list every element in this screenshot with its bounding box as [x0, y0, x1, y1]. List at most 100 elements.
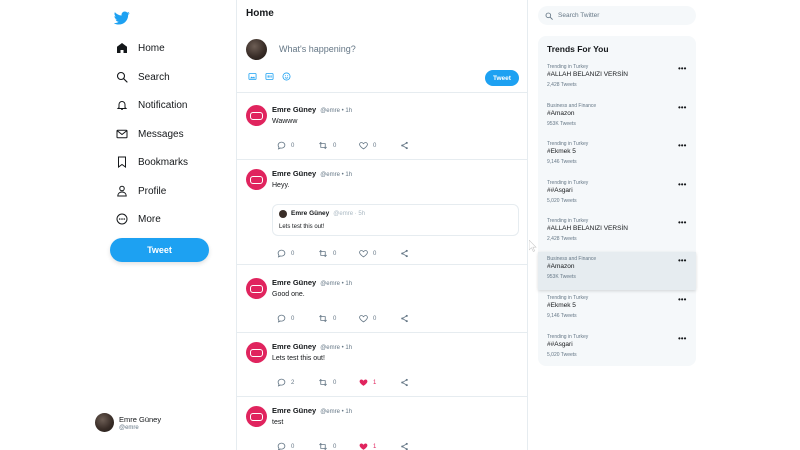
trend-count: 5,020 Tweets [547, 198, 577, 204]
tweet[interactable]: Emre Güney @emre • 1h Wawww 0 0 0 [237, 97, 527, 160]
emoji-icon[interactable] [282, 72, 291, 81]
retweet-button[interactable]: 0 [318, 438, 359, 450]
trend-item[interactable]: Trending in Turkey ##Asgari 5,020 Tweets… [538, 334, 696, 372]
account-handle: @emre [119, 424, 139, 431]
tweet[interactable]: Emre Güney @emre • 1h Good one. 0 0 0 [237, 270, 527, 333]
share-button[interactable] [400, 310, 441, 328]
nav-bookmarks[interactable]: Bookmarks [115, 151, 188, 173]
tweet-text: Heyy. [272, 182, 290, 189]
share-button[interactable] [400, 374, 441, 392]
post-tweet-button[interactable]: Tweet [485, 70, 519, 86]
twitter-bird-icon[interactable] [113, 10, 130, 26]
tweet[interactable]: Emre Güney @emre • 1h Heyy. Emre Güney @… [237, 161, 527, 265]
trend-item[interactable]: Business and Finance #Amazon 953K Tweets… [538, 103, 696, 141]
trend-item[interactable]: Trending in Turkey ##Asgari 5,020 Tweets… [538, 180, 696, 218]
share-icon [400, 245, 409, 263]
image-icon[interactable] [248, 72, 257, 81]
trend-count: 9,146 Tweets [547, 313, 577, 319]
trend-item[interactable]: Trending in Turkey #ALLAH BELANIZI VERSİ… [538, 218, 696, 256]
trend-category: Business and Finance [547, 256, 597, 262]
share-button[interactable] [400, 137, 441, 155]
more-options-icon[interactable]: ••• [678, 180, 686, 189]
more-options-icon[interactable]: ••• [678, 295, 686, 304]
tweet-text: Wawww [272, 118, 298, 125]
retweet-count: 0 [333, 251, 337, 257]
like-button[interactable]: 0 [359, 310, 400, 328]
timeline: Home What's happening? Tweet Emre Güney … [236, 0, 528, 450]
reply-count: 0 [291, 143, 295, 149]
nav-messages[interactable]: Messages [115, 123, 184, 145]
trend-count: 9,146 Tweets [547, 159, 577, 165]
gif-icon[interactable] [265, 72, 274, 81]
reply-button[interactable]: 0 [277, 438, 318, 450]
tweet-text: test [272, 419, 284, 426]
like-button[interactable]: 1 [359, 438, 400, 450]
nav-search[interactable]: Search [115, 66, 170, 88]
search-icon [115, 70, 129, 84]
tweet-button[interactable]: Tweet [110, 238, 209, 262]
tweet-text: Good one. [272, 291, 305, 298]
like-button[interactable]: 0 [359, 137, 400, 155]
tweet-author-name: Emre Güney [272, 169, 317, 178]
quoted-text: Lets test this out! [279, 224, 325, 230]
quoted-tweet[interactable]: Emre Güney @emre · 5h Lets test this out… [272, 204, 519, 236]
left-sidebar: Home Search Notification Messages Bookma… [0, 0, 236, 450]
retweet-button[interactable]: 0 [318, 310, 359, 328]
trend-item[interactable]: Trending in Turkey #Ekmek 5 9,146 Tweets… [538, 141, 696, 179]
trend-count: 953K Tweets [547, 274, 576, 280]
account-switcher[interactable]: Emre Güney @emre [95, 413, 161, 432]
share-icon [400, 374, 409, 392]
trend-item[interactable]: Trending in Turkey #ALLAH BELANIZI VERSİ… [538, 64, 696, 102]
nav-notification[interactable]: Notification [115, 94, 187, 116]
trend-item-hovered[interactable]: Business and Finance #Amazon 953K Tweets… [538, 252, 696, 290]
nav-label: Search [138, 71, 170, 83]
heart-icon [359, 310, 368, 328]
retweet-icon [318, 245, 328, 263]
nav-label: Notification [138, 99, 188, 111]
tweet[interactable]: Emre Güney @emre • 1h Lets test this out… [237, 334, 527, 397]
page-title: Home [246, 8, 274, 19]
reply-button[interactable]: 0 [277, 245, 318, 263]
avatar [95, 413, 114, 432]
share-icon [400, 137, 409, 155]
more-options-icon[interactable]: ••• [678, 103, 686, 112]
share-button[interactable] [400, 438, 441, 450]
reply-button[interactable]: 0 [277, 310, 318, 328]
more-options-icon[interactable]: ••• [678, 141, 686, 150]
tweet-author-name: Emre Güney [272, 105, 317, 114]
reply-button[interactable]: 2 [277, 374, 318, 392]
reply-count: 0 [291, 316, 295, 322]
reply-icon [277, 137, 286, 155]
like-count: 0 [373, 143, 377, 149]
trend-tag: ##Asgari [547, 187, 573, 194]
bell-icon [115, 98, 129, 112]
nav-label: Bookmarks [138, 156, 189, 168]
reply-button[interactable]: 0 [277, 137, 318, 155]
share-icon [400, 438, 409, 450]
compose-input[interactable]: What's happening? [279, 44, 356, 54]
avatar [246, 169, 267, 190]
more-options-icon[interactable]: ••• [678, 256, 686, 265]
more-options-icon[interactable]: ••• [678, 218, 686, 227]
trend-count: 953K Tweets [547, 121, 576, 127]
tweet[interactable]: Emre Güney @emre • 1h test 0 0 1 [237, 398, 527, 450]
nav-home[interactable]: Home [115, 37, 165, 59]
retweet-count: 0 [333, 380, 337, 386]
tweet-composer: What's happening? Tweet [237, 30, 527, 93]
search-input[interactable] [558, 12, 678, 19]
nav-profile[interactable]: Profile [115, 180, 166, 202]
like-button[interactable]: 1 [359, 374, 400, 392]
trend-item[interactable]: Trending in Turkey #Ekmek 5 9,146 Tweets… [538, 295, 696, 333]
nav-more[interactable]: More [115, 208, 161, 230]
avatar [246, 39, 267, 60]
share-button[interactable] [400, 245, 441, 263]
retweet-button[interactable]: 0 [318, 137, 359, 155]
more-options-icon[interactable]: ••• [678, 334, 686, 343]
retweet-button[interactable]: 0 [318, 245, 359, 263]
more-options-icon[interactable]: ••• [678, 64, 686, 73]
retweet-button[interactable]: 0 [318, 374, 359, 392]
avatar [246, 342, 267, 363]
mouse-pointer-icon [528, 239, 537, 252]
search-box[interactable] [538, 6, 696, 25]
like-button[interactable]: 0 [359, 245, 400, 263]
